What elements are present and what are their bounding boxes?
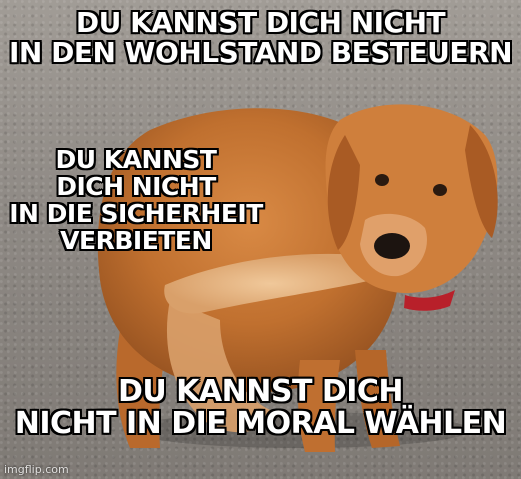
- bottom-caption: DU KANNST DICH NICHT IN DIE MORAL WÄHLEN: [14, 374, 507, 442]
- dog-eye-right: [433, 184, 447, 196]
- top-caption: DU KANNST DICH NICHT IN DEN WOHLSTAND BE…: [8, 6, 513, 70]
- imgflip-watermark: imgflip.com: [4, 463, 69, 476]
- dog-nose: [374, 233, 410, 259]
- dog-collar: [404, 290, 455, 311]
- meme-image: DU KANNST DICH NICHT IN DEN WOHLSTAND BE…: [0, 0, 521, 479]
- middle-caption: DU KANNST DICH NICHT IN DIE SICHERHEIT V…: [9, 145, 263, 255]
- dog-eye-left: [375, 174, 389, 186]
